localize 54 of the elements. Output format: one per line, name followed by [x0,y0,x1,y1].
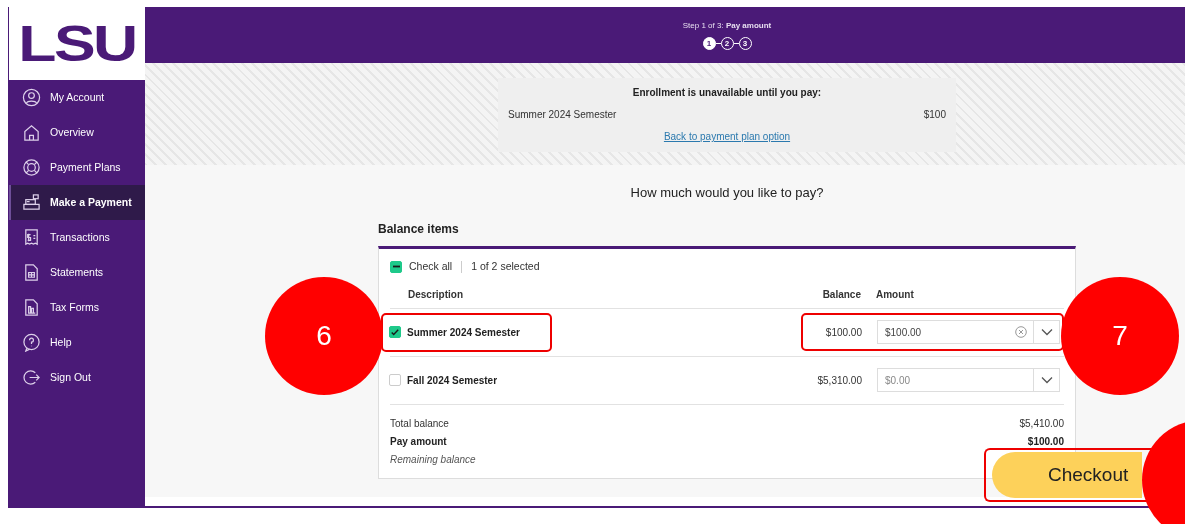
amount-input[interactable]: $100.00 [878,321,1015,343]
home-icon [22,123,41,142]
sidebar-item[interactable]: Overview [9,115,145,150]
sidebar-item[interactable]: Tax Forms [9,290,145,325]
notice-item: Summer 2024 Semester [508,108,617,122]
account-icon [22,88,41,107]
check-all-label: Check all [409,258,453,274]
column-header: Balance [821,287,862,302]
sidebar-item[interactable]: Sign Out [9,360,145,395]
sidebar-item[interactable]: Help [9,325,145,360]
balance-value: $5,310.00 [816,373,863,388]
sign-out-icon [22,368,41,387]
selection-count: 1 of 2 selected [471,258,540,274]
chevron-down-icon[interactable] [1040,328,1053,336]
back-link[interactable]: Back to payment plan option [663,129,791,144]
step-indicator: 1 [702,37,716,50]
item-description: Summer 2024 Semester [407,325,520,340]
checkout-button[interactable]: Checkout [992,452,1142,498]
amount-dropdown[interactable]: $100.00 [877,320,1060,344]
section-title: Balance items [378,220,460,238]
sidebar-item[interactable]: Transactions [9,220,145,255]
register-icon [22,193,41,212]
sidebar-item[interactable]: Make a Payment [9,185,145,220]
step-label: Step 1 of 3: Pay amount [682,20,772,32]
balance-value: $100.00 [824,325,863,340]
clear-icon[interactable] [1015,326,1027,338]
sidebar-item[interactable]: My Account [9,80,145,115]
total-value: $5,410.00 [1019,417,1064,431]
sidebar-item[interactable]: Statements [9,255,145,290]
minus-icon [392,265,400,268]
total-value: $100.00 [1027,435,1064,449]
notice-title: Enrollment is unavailable until you pay: [632,86,822,100]
checkbox[interactable] [390,260,402,273]
notice-amount: $100 [923,108,946,122]
chevron-down-icon[interactable] [1040,376,1053,384]
spreadsheet-icon [22,263,41,282]
total-label: Pay amount [390,435,447,449]
total-label: Remaining balance [390,453,476,467]
check-icon [391,328,399,336]
column-header: Amount [876,287,915,302]
total-label: Total balance [390,417,449,431]
logo: LSU [18,18,136,69]
help-icon [22,333,41,352]
item-description: Fall 2024 Semester [407,373,498,388]
checkbox[interactable] [389,326,401,338]
question-heading: How much would you like to pay? [629,184,825,202]
sidebar-item[interactable]: Payment Plans [9,150,145,185]
document-chart-icon [22,298,41,317]
column-header: Description [407,287,464,302]
lifebuoy-icon [22,158,41,177]
amount-input[interactable]: $0.00 [878,369,1033,391]
checkbox[interactable] [389,374,401,386]
receipt-icon [22,228,41,247]
amount-dropdown[interactable]: $0.00 [877,368,1060,392]
